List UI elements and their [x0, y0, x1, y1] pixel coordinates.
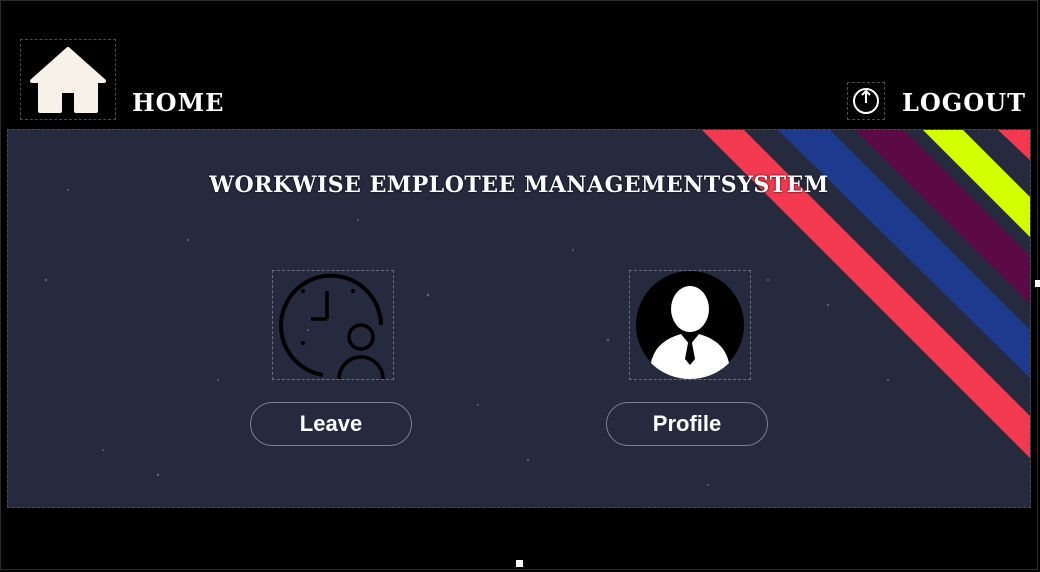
page-title: WORKWISE EMPLOTEE MANAGEMENTSYSTEM — [209, 172, 829, 198]
side-resize-handle[interactable] — [1035, 280, 1040, 287]
leave-button[interactable]: Leave — [250, 402, 412, 446]
resize-handle[interactable] — [516, 560, 523, 567]
main-panel: WORKWISE EMPLOTEE MANAGEMENTSYSTEM Leave… — [7, 129, 1031, 508]
profile-button[interactable]: Profile — [606, 402, 768, 446]
clock-user-icon[interactable] — [272, 270, 394, 380]
user-avatar-icon[interactable] — [629, 270, 751, 380]
power-icon[interactable] — [847, 82, 885, 120]
home-icon[interactable] — [20, 39, 116, 120]
logout-link[interactable]: LOGOUT — [902, 88, 1026, 118]
home-link[interactable]: HOME — [132, 88, 224, 118]
